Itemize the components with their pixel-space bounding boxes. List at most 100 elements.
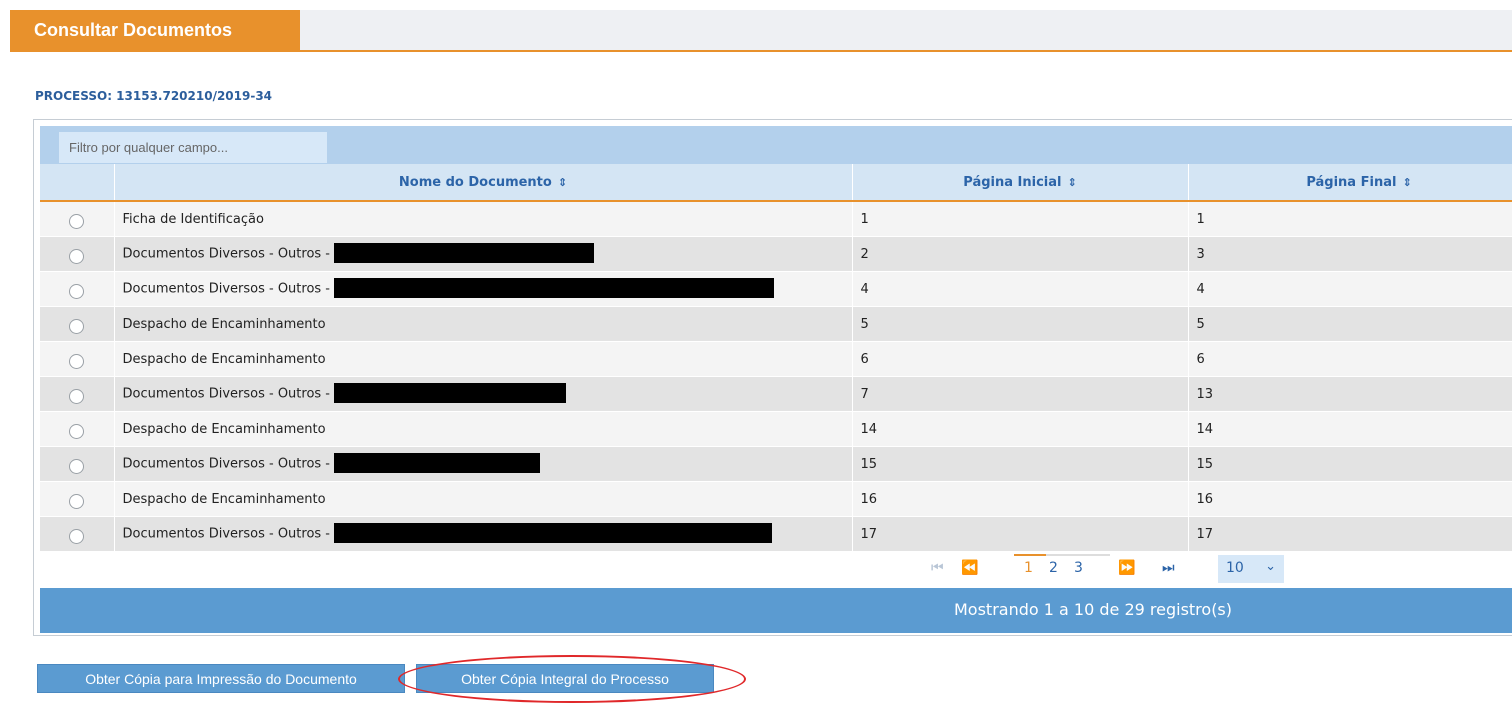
document-name-cell: Despacho de Encaminhamento xyxy=(114,481,853,517)
table-body: Ficha de Identificação 1 1 Documentos Diver… xyxy=(40,201,1512,552)
column-header-label: Página Inicial xyxy=(963,174,1062,190)
column-header-pagina-final[interactable]: Página Final ⇕ xyxy=(1188,164,1512,202)
document-name: Despacho de Encaminhamento xyxy=(122,491,326,507)
table-row[interactable]: Ficha de Identificação 1 1 xyxy=(40,201,1512,237)
full-copy-button[interactable]: Obter Cópia Integral do Processo xyxy=(416,664,714,693)
start-page-cell: 4 xyxy=(852,271,1189,307)
column-header-pagina-inicial[interactable]: Página Inicial ⇕ xyxy=(852,164,1189,202)
row-select-cell xyxy=(40,446,115,482)
document-name-cell: Documentos Diversos - Outros - xyxy=(114,236,853,272)
redaction-block xyxy=(334,453,540,473)
row-select-cell xyxy=(40,306,115,342)
document-name-cell: Documentos Diversos - Outros - xyxy=(114,446,853,482)
row-radio[interactable] xyxy=(69,248,85,264)
documents-panel: Nome do Documento ⇕ Página Inicial ⇕ Págin… xyxy=(33,119,1512,636)
document-name-cell: Despacho de Encaminhamento xyxy=(114,306,853,342)
document-name: Documentos Diversos - Outros - xyxy=(122,246,331,262)
document-name: Documentos Diversos - Outros - xyxy=(122,386,331,402)
last-page-icon[interactable]: ⏭ xyxy=(1162,560,1175,576)
row-radio[interactable] xyxy=(69,318,85,334)
page-link-3[interactable]: 3 xyxy=(1074,560,1083,576)
row-radio[interactable] xyxy=(69,528,85,544)
column-header-label: Nome do Documento xyxy=(398,174,552,190)
document-name-cell: Despacho de Encaminhamento xyxy=(114,341,853,377)
print-copy-button[interactable]: Obter Cópia para Impressão do Documento xyxy=(37,664,405,693)
table-row[interactable]: Despacho de Encaminhamento 6 6 xyxy=(40,341,1512,377)
table-row[interactable]: Despacho de Encaminhamento 5 5 xyxy=(40,306,1512,342)
document-name-cell: Documentos Diversos - Outros - xyxy=(114,376,853,412)
column-header-nome[interactable]: Nome do Documento ⇕ xyxy=(114,164,853,202)
row-radio[interactable] xyxy=(69,458,85,474)
column-header-label: Página Final xyxy=(1306,174,1397,190)
start-page-cell: 17 xyxy=(852,516,1189,552)
row-radio[interactable] xyxy=(69,283,85,299)
row-radio[interactable] xyxy=(69,353,85,369)
document-name-cell: Ficha de Identificação xyxy=(114,201,853,237)
sort-icon[interactable]: ⇕ xyxy=(1402,176,1411,189)
redaction-block xyxy=(334,383,566,403)
page-link-1[interactable]: 1 xyxy=(1024,560,1033,576)
records-status: Mostrando 1 a 10 de 29 registro(s) xyxy=(954,600,1233,619)
end-page-cell: 4 xyxy=(1188,271,1512,307)
row-select-cell xyxy=(40,481,115,517)
table-row[interactable]: Documentos Diversos - Outros - 23 xyxy=(40,236,1512,272)
table-row[interactable]: Despacho de Encaminhamento 14 14 xyxy=(40,411,1512,447)
filter-bar xyxy=(40,126,1512,164)
document-name-cell: Documentos Diversos - Outros - xyxy=(114,271,853,307)
row-select-cell xyxy=(40,271,115,307)
tab-bar: Consultar Documentos xyxy=(10,10,1512,52)
sort-icon[interactable]: ⇕ xyxy=(1068,176,1077,189)
start-page-cell: 7 xyxy=(852,376,1189,412)
process-number-label: PROCESSO: 13153.720210/2019-34 xyxy=(35,89,273,103)
table-header-row: Nome do Documento ⇕ Página Inicial ⇕ Págin… xyxy=(40,164,1512,202)
document-name: Despacho de Encaminhamento xyxy=(122,351,326,367)
document-name: Ficha de Identificação xyxy=(122,211,264,227)
document-name: Despacho de Encaminhamento xyxy=(122,316,326,332)
table-row[interactable]: Documentos Diversos - Outros - 17 17 xyxy=(40,516,1512,552)
redaction-block xyxy=(334,523,772,543)
end-page-cell: 17 xyxy=(1188,516,1512,552)
row-select-cell xyxy=(40,341,115,377)
tab-consultar-documentos[interactable]: Consultar Documentos xyxy=(10,10,300,52)
row-select-cell xyxy=(40,236,115,272)
document-name: Documentos Diversos - Outros - xyxy=(122,281,331,297)
first-page-icon[interactable]: ⏮ xyxy=(931,560,944,576)
documents-table: Nome do Documento ⇕ Página Inicial ⇕ Págin… xyxy=(40,164,1512,552)
table-row[interactable]: Documentos Diversos - Outros - 15 15 xyxy=(40,446,1512,482)
row-select-cell xyxy=(40,516,115,552)
pager-underline-active xyxy=(1014,554,1046,556)
start-page-cell: 2 xyxy=(852,236,1189,272)
row-radio[interactable] xyxy=(69,388,85,404)
prev-page-icon[interactable]: ⏪ xyxy=(961,560,978,576)
next-page-icon[interactable]: ⏩ xyxy=(1118,560,1135,576)
end-page-cell: 6 xyxy=(1188,341,1512,377)
table-row[interactable]: Despacho de Encaminhamento 16 16 xyxy=(40,481,1512,517)
table-row[interactable]: Documentos Diversos - Outros - 7 13 xyxy=(40,376,1512,412)
table-row[interactable]: Documentos Diversos - Outros - 44 xyxy=(40,271,1512,307)
document-name: Documentos Diversos - Outros - xyxy=(122,526,331,542)
document-name-cell: Despacho de Encaminhamento xyxy=(114,411,853,447)
row-radio[interactable] xyxy=(69,423,85,439)
end-page-cell: 14 xyxy=(1188,411,1512,447)
document-name: Documentos Diversos - Outros - xyxy=(122,456,331,472)
end-page-cell: 3 xyxy=(1188,236,1512,272)
start-page-cell: 5 xyxy=(852,306,1189,342)
chevron-down-icon: ⌄ xyxy=(1265,559,1276,574)
status-bar: Mostrando 1 a 10 de 29 registro(s) xyxy=(40,588,1512,633)
filter-input[interactable] xyxy=(59,132,327,163)
start-page-cell: 1 xyxy=(852,201,1189,237)
row-select-cell xyxy=(40,411,115,447)
redaction-block xyxy=(334,278,774,298)
end-page-cell: 13 xyxy=(1188,376,1512,412)
page-size-select[interactable]: 10 ⌄ xyxy=(1218,555,1284,583)
document-name-cell: Documentos Diversos - Outros - xyxy=(114,516,853,552)
row-select-cell xyxy=(40,201,115,237)
select-column-header xyxy=(40,164,115,202)
page-link-2[interactable]: 2 xyxy=(1049,560,1058,576)
row-radio[interactable] xyxy=(69,493,85,509)
sort-icon[interactable]: ⇕ xyxy=(558,176,567,189)
end-page-cell: 16 xyxy=(1188,481,1512,517)
redaction-block xyxy=(334,243,594,263)
row-radio[interactable] xyxy=(69,213,85,229)
start-page-cell: 6 xyxy=(852,341,1189,377)
